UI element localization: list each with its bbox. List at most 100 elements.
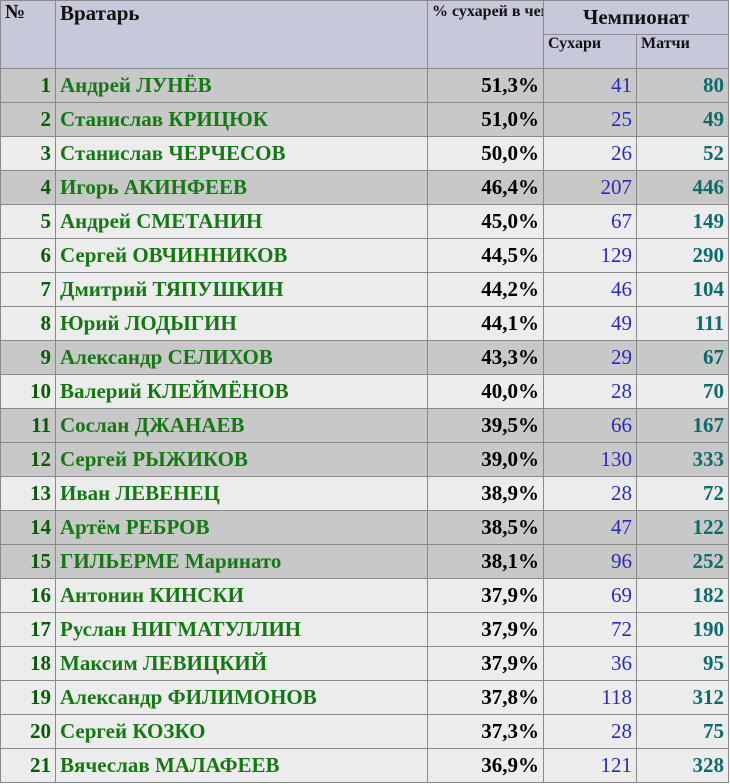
clean-sheet-percent: 45,0% xyxy=(427,204,544,239)
table-row: 21 Вячеслав МАЛАФЕЕВ 36,9% 121 328 xyxy=(0,748,730,783)
row-number: 1 xyxy=(0,68,56,103)
row-number: 20 xyxy=(0,714,56,749)
row-number: 12 xyxy=(0,442,56,477)
clean-sheets-count: 66 xyxy=(543,408,637,443)
table-row: 1 Андрей ЛУНЁВ 51,3% 41 80 xyxy=(0,68,730,103)
header-clean-sheets: Сухари xyxy=(543,34,637,69)
matches-count: 80 xyxy=(635,68,730,103)
goalkeeper-name: Станислав КРИЦЮК xyxy=(55,102,428,137)
clean-sheet-percent: 44,2% xyxy=(427,272,544,307)
table-row: 20 Сергей КОЗКО 37,3% 28 75 xyxy=(0,714,730,749)
clean-sheets-count: 129 xyxy=(543,238,637,273)
matches-count: 290 xyxy=(635,238,730,273)
row-number: 17 xyxy=(0,612,56,647)
matches-count: 252 xyxy=(635,544,730,579)
goalkeeper-name: Дмитрий ТЯПУШКИН xyxy=(55,272,428,307)
clean-sheet-percent: 43,3% xyxy=(427,340,544,375)
table-row: 17 Руслан НИГМАТУЛЛИН 37,9% 72 190 xyxy=(0,612,730,647)
goalkeeper-name: Артём РЕБРОВ xyxy=(55,510,428,545)
row-number: 3 xyxy=(0,136,56,171)
matches-count: 70 xyxy=(635,374,730,409)
row-number: 13 xyxy=(0,476,56,511)
goalkeeper-name: Вячеслав МАЛАФЕЕВ xyxy=(55,748,428,783)
row-number: 2 xyxy=(0,102,56,137)
clean-sheet-percent: 38,5% xyxy=(427,510,544,545)
table-row: 16 Антонин КИНСКИ 37,9% 69 182 xyxy=(0,578,730,613)
row-number: 16 xyxy=(0,578,56,613)
matches-count: 328 xyxy=(635,748,730,783)
table-row: 11 Сослан ДЖАНАЕВ 39,5% 66 167 xyxy=(0,408,730,443)
row-number: 4 xyxy=(0,170,56,205)
row-number: 11 xyxy=(0,408,56,443)
goalkeeper-name: Александр ФИЛИМОНОВ xyxy=(55,680,428,715)
header-clean-sheet-percent: % сухарей в чемпионате xyxy=(427,0,544,69)
goalkeeper-name: Максим ЛЕВИЦКИЙ xyxy=(55,646,428,681)
row-number: 15 xyxy=(0,544,56,579)
clean-sheets-count: 121 xyxy=(543,748,637,783)
clean-sheet-percent: 37,9% xyxy=(427,646,544,681)
row-number: 8 xyxy=(0,306,56,341)
row-number: 18 xyxy=(0,646,56,681)
clean-sheet-percent: 46,4% xyxy=(427,170,544,205)
goalkeepers-table: № Вратарь % сухарей в чемпионате Чемпион… xyxy=(0,0,730,783)
table-body: 1 Андрей ЛУНЁВ 51,3% 41 80 2 Станислав КРИЦЮК 5… xyxy=(0,68,730,783)
table-row: 15 ГИЛЬЕРМЕ Маринато 38,1% 96 252 xyxy=(0,544,730,579)
table-row: 13 Иван ЛЕВЕНЕЦ 38,9% 28 72 xyxy=(0,476,730,511)
table-row: 8 Юрий ЛОДЫГИН 44,1% 49 111 xyxy=(0,306,730,341)
row-number: 5 xyxy=(0,204,56,239)
goalkeeper-name: Игорь АКИНФЕЕВ xyxy=(55,170,428,205)
matches-count: 149 xyxy=(635,204,730,239)
clean-sheets-count: 36 xyxy=(543,646,637,681)
goalkeeper-name: Сергей КОЗКО xyxy=(55,714,428,749)
table-row: 9 Александр СЕЛИХОВ 43,3% 29 67 xyxy=(0,340,730,375)
clean-sheet-percent: 51,0% xyxy=(427,102,544,137)
matches-count: 190 xyxy=(635,612,730,647)
matches-count: 72 xyxy=(635,476,730,511)
table-header: № Вратарь % сухарей в чемпионате Чемпион… xyxy=(0,0,730,69)
goalkeeper-name: Сергей РЫЖИКОВ xyxy=(55,442,428,477)
table-row: 14 Артём РЕБРОВ 38,5% 47 122 xyxy=(0,510,730,545)
matches-count: 333 xyxy=(635,442,730,477)
clean-sheets-count: 47 xyxy=(543,510,637,545)
clean-sheets-count: 72 xyxy=(543,612,637,647)
clean-sheets-count: 130 xyxy=(543,442,637,477)
clean-sheet-percent: 39,5% xyxy=(427,408,544,443)
table-row: 4 Игорь АКИНФЕЕВ 46,4% 207 446 xyxy=(0,170,730,205)
clean-sheet-percent: 44,5% xyxy=(427,238,544,273)
clean-sheets-count: 29 xyxy=(543,340,637,375)
clean-sheet-percent: 36,9% xyxy=(427,748,544,783)
table-row: 2 Станислав КРИЦЮК 51,0% 25 49 xyxy=(0,102,730,137)
matches-count: 312 xyxy=(635,680,730,715)
clean-sheet-percent: 44,1% xyxy=(427,306,544,341)
row-number: 9 xyxy=(0,340,56,375)
clean-sheets-count: 46 xyxy=(543,272,637,307)
clean-sheet-percent: 37,8% xyxy=(427,680,544,715)
matches-count: 75 xyxy=(635,714,730,749)
row-number: 6 xyxy=(0,238,56,273)
header-matches: Матчи xyxy=(635,34,730,69)
clean-sheets-count: 207 xyxy=(543,170,637,205)
matches-count: 104 xyxy=(635,272,730,307)
clean-sheet-percent: 39,0% xyxy=(427,442,544,477)
matches-count: 95 xyxy=(635,646,730,681)
goalkeeper-name: Валерий КЛЕЙМЁНОВ xyxy=(55,374,428,409)
clean-sheets-count: 28 xyxy=(543,374,637,409)
table-row: 10 Валерий КЛЕЙМЁНОВ 40,0% 28 70 xyxy=(0,374,730,409)
row-number: 21 xyxy=(0,748,56,783)
goalkeeper-name: Сергей ОВЧИННИКОВ xyxy=(55,238,428,273)
header-number: № xyxy=(0,0,56,69)
clean-sheet-percent: 50,0% xyxy=(427,136,544,171)
clean-sheet-percent: 37,9% xyxy=(427,612,544,647)
table-row: 7 Дмитрий ТЯПУШКИН 44,2% 46 104 xyxy=(0,272,730,307)
goalkeeper-name: Антонин КИНСКИ xyxy=(55,578,428,613)
header-row-top: № Вратарь % сухарей в чемпионате Чемпион… xyxy=(0,0,730,69)
clean-sheets-count: 69 xyxy=(543,578,637,613)
table-row: 5 Андрей СМЕТАНИН 45,0% 67 149 xyxy=(0,204,730,239)
clean-sheets-count: 49 xyxy=(543,306,637,341)
goalkeeper-name: Иван ЛЕВЕНЕЦ xyxy=(55,476,428,511)
table-row: 3 Станислав ЧЕРЧЕСОВ 50,0% 26 52 xyxy=(0,136,730,171)
row-number: 14 xyxy=(0,510,56,545)
matches-count: 67 xyxy=(635,340,730,375)
matches-count: 111 xyxy=(635,306,730,341)
header-goalkeeper: Вратарь xyxy=(55,0,428,69)
